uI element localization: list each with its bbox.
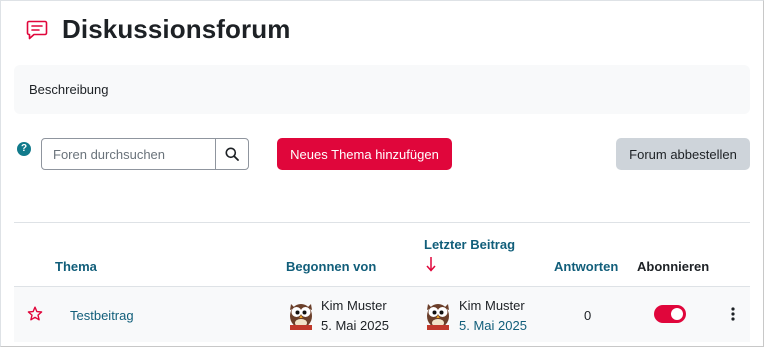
forum-search (41, 138, 249, 170)
page-title: Diskussionsforum (62, 14, 291, 44)
divider (14, 222, 750, 223)
header-last-post[interactable]: Letzter Beitrag (424, 237, 515, 252)
forum-speech-bubble-icon (26, 20, 48, 39)
started-by-date: 5. Mai 2025 (321, 318, 389, 333)
last-post-name: Kim Muster (459, 298, 525, 313)
page-header: Diskussionsforum (26, 14, 290, 45)
replies-count[interactable]: 0 (584, 308, 591, 323)
subscribe-toggle[interactable] (654, 305, 686, 323)
forum-description-box: Beschreibung (14, 65, 750, 114)
owl-avatar-icon (427, 304, 449, 330)
star-outline-icon[interactable] (27, 306, 43, 322)
question-circle-icon[interactable]: ? (17, 142, 31, 156)
search-input[interactable] (42, 139, 215, 169)
kebab-menu-icon[interactable] (729, 306, 737, 322)
started-by-name: Kim Muster (321, 298, 387, 313)
header-replies[interactable]: Antworten (554, 259, 618, 274)
arrow-down-icon[interactable] (426, 256, 436, 272)
header-topic[interactable]: Thema (55, 259, 97, 274)
header-subscribe: Abonnieren (637, 259, 710, 274)
search-icon (225, 147, 239, 161)
add-topic-button[interactable]: Neues Thema hinzufügen (277, 138, 452, 170)
topic-link[interactable]: Testbeitrag (70, 308, 134, 323)
unsubscribe-forum-button[interactable]: Forum abbestellen (616, 138, 750, 170)
owl-avatar-icon (290, 304, 312, 330)
toggle-knob (671, 308, 683, 320)
header-started-by[interactable]: Begonnen von (286, 259, 376, 274)
last-post-date-link[interactable]: 5. Mai 2025 (459, 318, 527, 333)
forum-description: Beschreibung (29, 82, 109, 97)
search-button[interactable] (215, 139, 248, 169)
